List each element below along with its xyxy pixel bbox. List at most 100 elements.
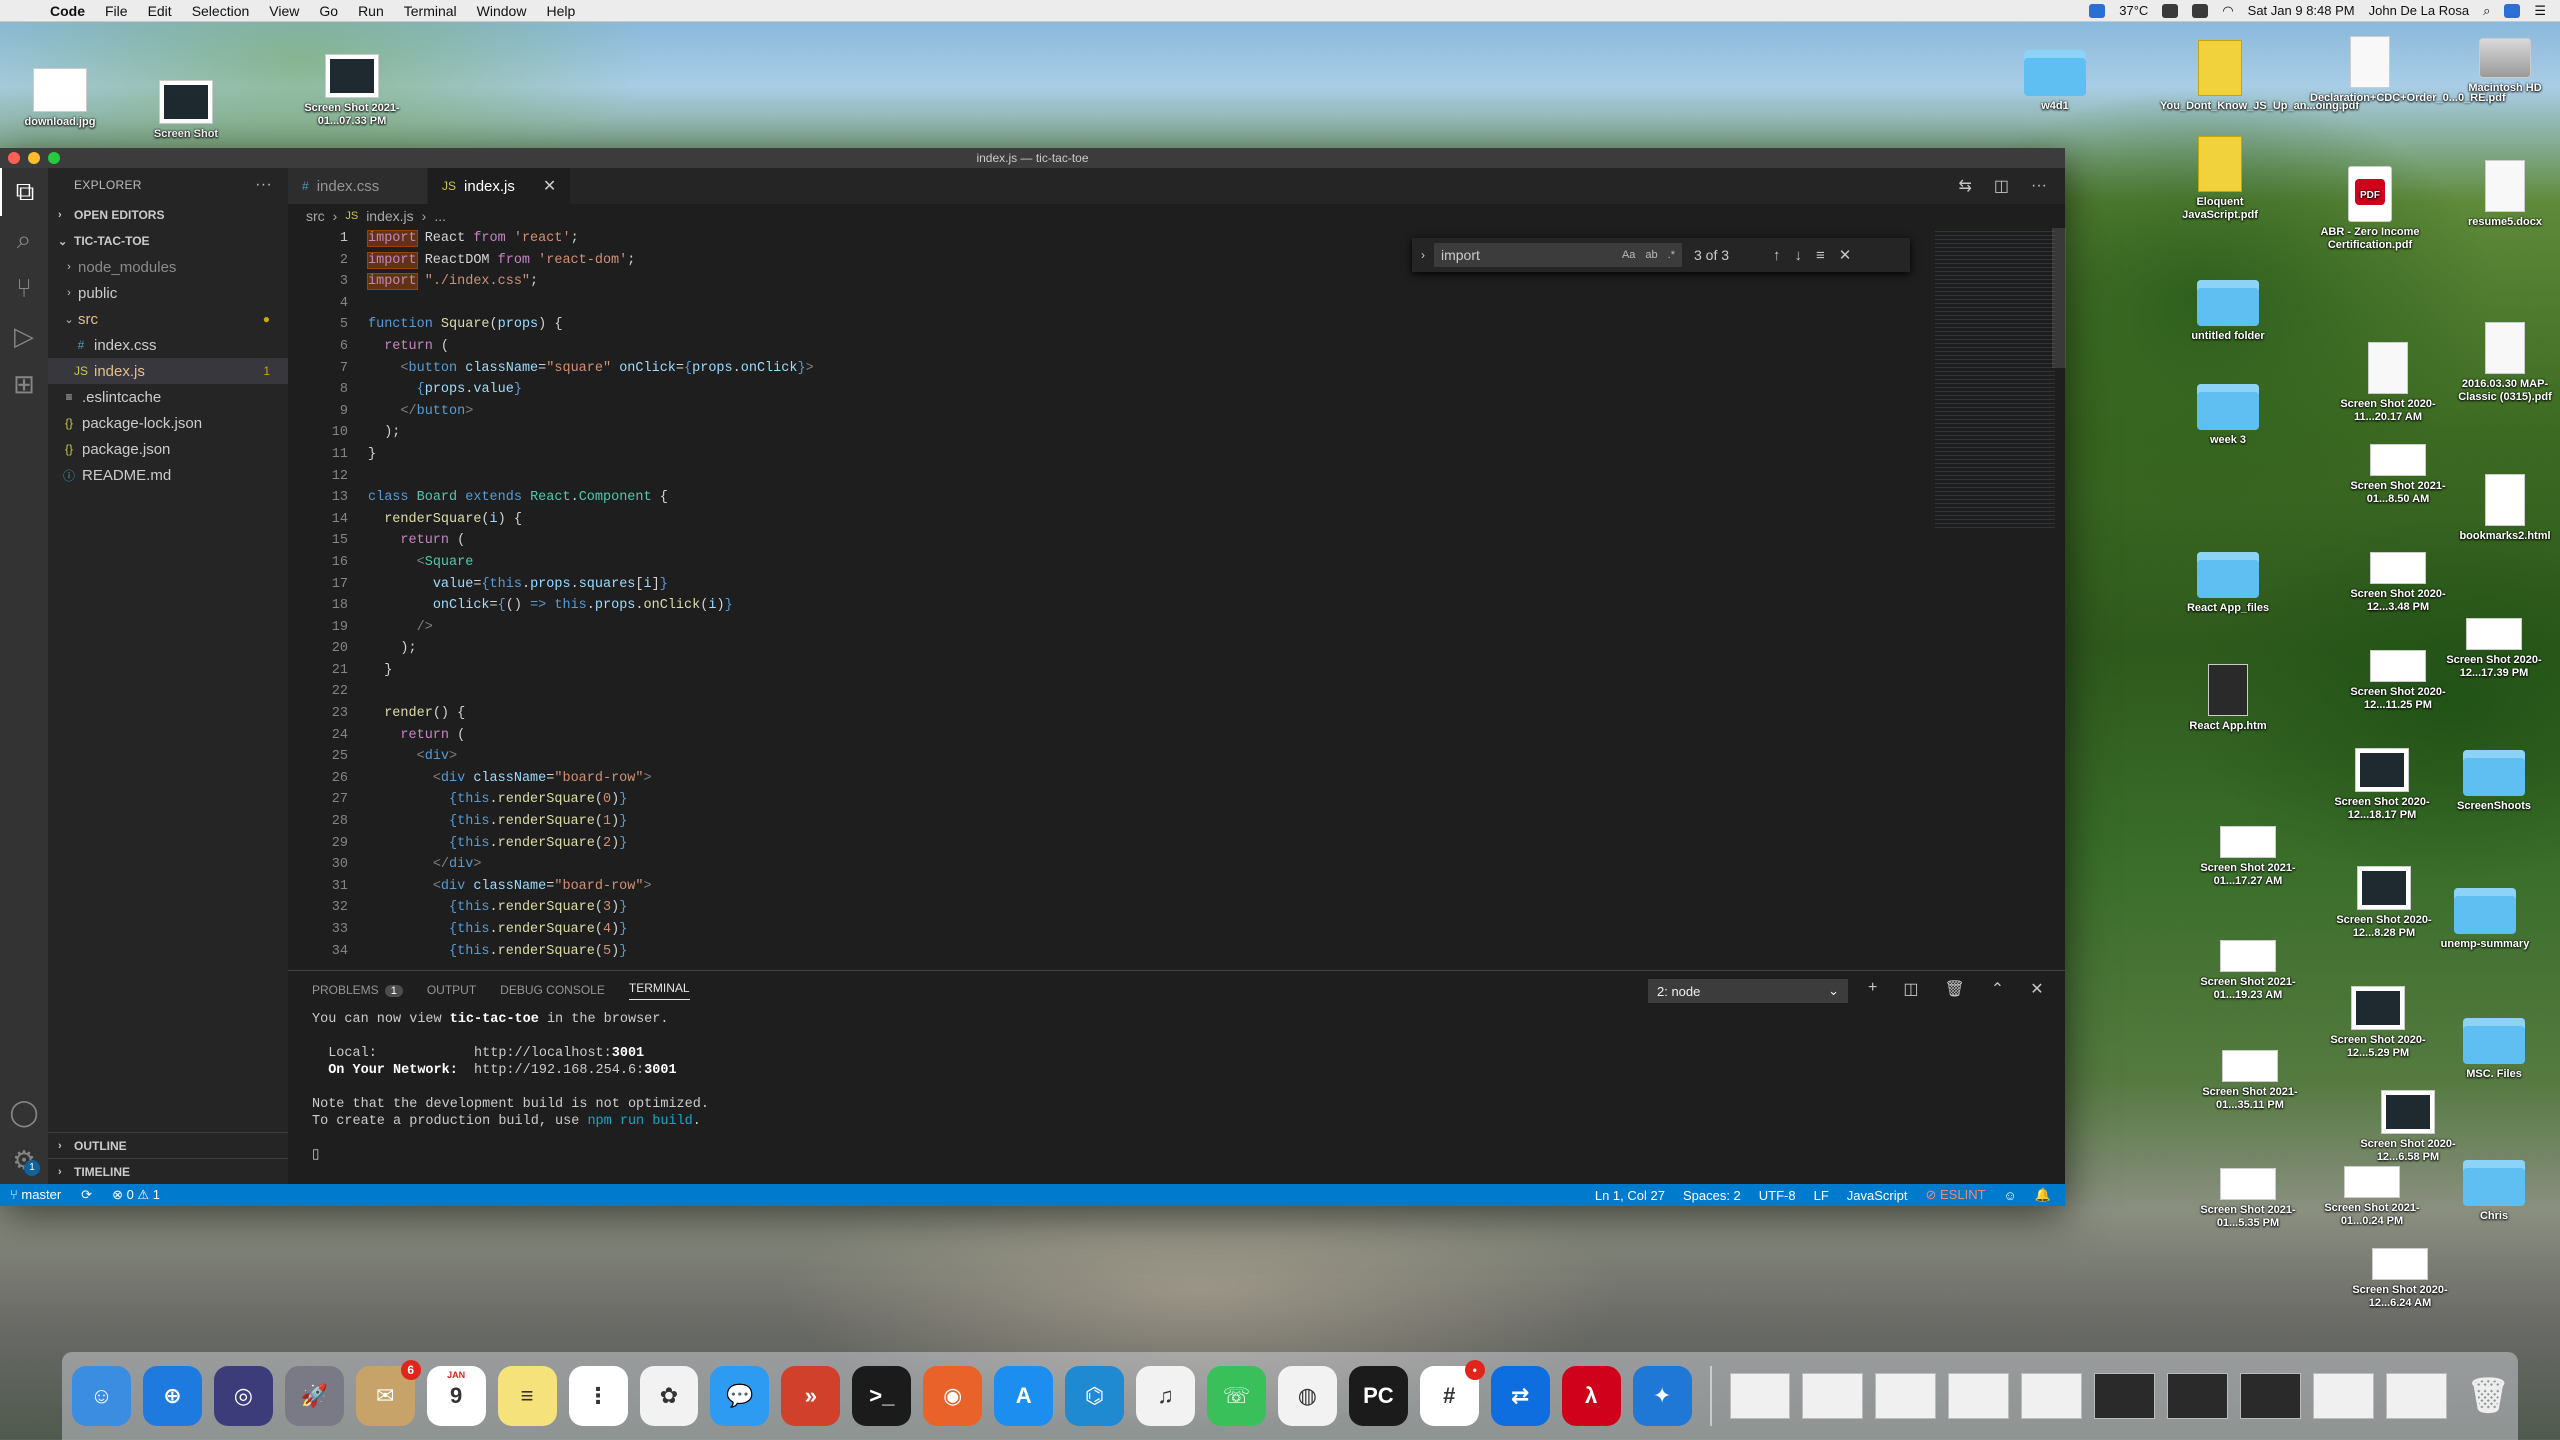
desktop-icon[interactable]: Screen Shot 2020-12...5.29 PM [2318,986,2438,1060]
run-debug-icon[interactable]: ▷ [0,312,48,360]
tab-index-js[interactable]: JS index.js ✕ [428,168,572,204]
teamviewer-menubar-icon[interactable] [2089,3,2106,18]
mail-stamp-dock-icon[interactable]: ✉ 6 [355,1360,421,1426]
encoding[interactable]: UTF-8 [1759,1188,1796,1203]
desktop-icon[interactable]: Screen Shot 2021-01...8.50 AM [2338,444,2458,506]
cursor-position[interactable]: Ln 1, Col 27 [1595,1188,1665,1203]
search-icon[interactable]: ⌕ [0,216,48,264]
desktop-icon-download[interactable]: download.jpg [0,68,120,129]
split-editor-icon[interactable]: ◫ [1994,176,2009,196]
minimized-window[interactable] [2094,1373,2156,1419]
tree-item[interactable]: › public [48,280,288,306]
desktop-icon[interactable]: Screen Shot 2021-01...0.24 PM [2312,1166,2432,1228]
tab-index-css[interactable]: # index.css [288,168,428,204]
regex-icon[interactable]: .* [1668,249,1675,261]
desktop-icon[interactable]: Screen Shot 2020-12...6.58 PM [2348,1090,2468,1164]
menu-edit[interactable]: Edit [138,3,182,19]
gear-icon[interactable]: ⚙ 1 [0,1136,48,1184]
pycharm-dock-icon[interactable]: PC [1348,1366,1408,1426]
desktop-icon[interactable]: Screen Shot 2021-01...19.23 AM [2188,940,2308,1002]
tree-item[interactable]: {} package-lock.json [48,410,288,436]
timeline-section[interactable]: › TIMELINE [48,1158,288,1184]
arrow-up-icon[interactable]: ↑ [1766,247,1788,264]
source-control-icon[interactable]: ⑂ [0,264,48,312]
minimized-window[interactable] [1802,1373,1864,1419]
language-mode[interactable]: JavaScript [1847,1188,1908,1203]
vertical-scrollbar[interactable] [2052,228,2066,368]
messages-dock-icon[interactable]: 💬 [710,1366,770,1426]
reminders-dock-icon[interactable]: ⋮ [568,1366,628,1426]
open-editors-section[interactable]: › OPEN EDITORS [48,202,288,228]
minimized-window[interactable] [1948,1373,2010,1419]
desktop-icon[interactable]: Screen Shot 2020-12...6.24 AM [2340,1248,2460,1310]
maximize-panel-icon[interactable]: ⌃ [1991,979,2004,999]
minimized-window[interactable] [2313,1373,2374,1419]
tree-item[interactable]: ≡ .eslintcache [48,384,288,410]
find-input[interactable]: import Aa ab .* [1434,243,1682,267]
new-terminal-icon[interactable]: + [1868,979,1877,999]
more-actions-icon[interactable]: ··· [2031,177,2047,195]
code-editor[interactable]: 1 2 3 4 5 6 7 8 9 10 11 12 13 14 15 16 17 18 19 20 21 22 23 24 2… [288,228,2065,970]
desktop-icon[interactable]: Screen Shot 2020-12...3.48 PM [2338,552,2458,614]
desktop-icon[interactable]: React App.htm [2168,664,2288,733]
match-case-icon[interactable]: Aa [1622,249,1635,261]
sync-icon[interactable]: ⟳ [81,1187,92,1203]
close-tab-icon[interactable]: ✕ [543,176,556,196]
tree-item[interactable]: ⌄ src ● [48,306,288,332]
siri-dock-icon[interactable]: ◎ [213,1366,273,1426]
notification-center-icon[interactable]: ☰ [2534,3,2546,19]
desktop-icon[interactable]: You_Dont_Know_JS_Up_an...oing.pdf [2160,40,2359,113]
close-icon[interactable]: ✕ [2030,979,2043,999]
mail-menubar-icon[interactable] [2162,3,2179,18]
minimized-window[interactable] [2021,1373,2083,1419]
finder-dock-icon[interactable]: ☺ [72,1366,131,1426]
chrome-dock-icon[interactable]: ◍ [1277,1366,1337,1426]
desktop-icon[interactable]: Chris [2434,1160,2554,1223]
tab-terminal[interactable]: TERMINAL [628,981,690,1000]
time-machine-icon[interactable] [2192,3,2209,18]
menu-selection[interactable]: Selection [182,3,260,19]
menu-run[interactable]: Run [348,3,394,19]
arrow-down-icon[interactable]: ↓ [1788,247,1810,264]
minimized-window[interactable] [1729,1373,1791,1419]
acrobat-dock-icon[interactable]: λ [1561,1366,1621,1426]
desktop-icon[interactable]: Screen Shot 2020-11...20.17 AM [2328,342,2448,424]
more-actions-icon[interactable]: ··· [255,176,288,194]
vscode-dock-icon[interactable]: ⌬ [1065,1366,1125,1426]
terminal-output[interactable]: You can now view tic-tac-toe in the brow… [288,1009,2065,1166]
close-icon[interactable]: ✕ [1832,246,1859,264]
app-store-dock-icon[interactable]: A [994,1366,1054,1426]
desktop-icon[interactable]: ABR - Zero Income Certification.pdf [2310,166,2430,252]
desktop-icon[interactable]: ScreenShoots [2434,750,2554,813]
user-name[interactable]: John De La Rosa [2369,3,2469,18]
facetime-dock-icon[interactable]: ☏ [1207,1366,1266,1426]
spotlight-icon[interactable]: ⌕ [2483,3,2490,19]
desktop-icon[interactable]: resume5.docx [2445,160,2560,229]
siri-menubar-icon[interactable] [2504,3,2521,18]
breadcrumb-file[interactable]: index.js [366,208,413,224]
desktop-icon[interactable]: React App_files [2168,552,2288,615]
whole-word-icon[interactable]: ab [1645,249,1657,261]
open-changes-icon[interactable]: ⇆ [1958,176,1971,196]
breadcrumb-folder[interactable]: src [306,208,325,224]
trash-dock-icon[interactable]: 🗑 [2459,1366,2518,1426]
title-bar[interactable]: index.js — tic-tac-toe [0,148,2065,168]
minimized-window[interactable] [2167,1373,2229,1419]
desktop-icon[interactable]: Screen Shot 2020-12...11.25 PM [2338,650,2458,712]
clock[interactable]: Sat Jan 9 8:48 PM [2248,3,2355,18]
desktop-icon[interactable]: Macintosh HD [2445,38,2560,95]
menu-app[interactable]: Code [40,3,95,19]
terminal-dock-icon[interactable]: >_ [852,1366,912,1426]
accounts-icon[interactable]: ◯ [0,1088,48,1136]
desktop-icon[interactable]: Screen Shot 2021-01...35.11 PM [2190,1050,2310,1112]
tree-item[interactable]: JS index.js 1 [48,358,288,384]
remote-desktop-dock-icon[interactable]: » [781,1366,841,1426]
desktop-icon-screenshot[interactable]: Screen Shot [126,80,246,141]
music-dock-icon[interactable]: ♫ [1136,1366,1195,1426]
indentation[interactable]: Spaces: 2 [1683,1188,1741,1203]
bell-icon[interactable]: 🔔 [2035,1187,2051,1203]
slack-dock-icon[interactable]: # • [1419,1360,1485,1426]
menu-help[interactable]: Help [536,3,585,19]
teamviewer-dock-icon[interactable]: ⇄ [1490,1366,1550,1426]
desktop-icon[interactable]: w4d1 [1995,50,2115,113]
